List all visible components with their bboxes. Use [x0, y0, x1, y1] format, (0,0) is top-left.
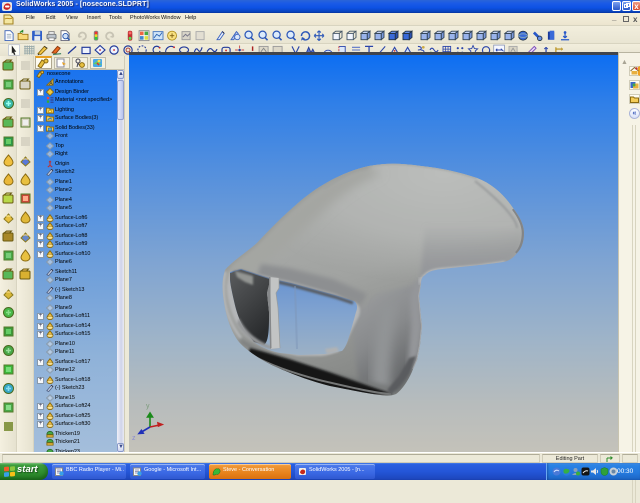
svg-text:z: z — [132, 435, 136, 442]
svg-text:A: A — [49, 81, 53, 86]
svg-text:y: y — [146, 403, 150, 410]
